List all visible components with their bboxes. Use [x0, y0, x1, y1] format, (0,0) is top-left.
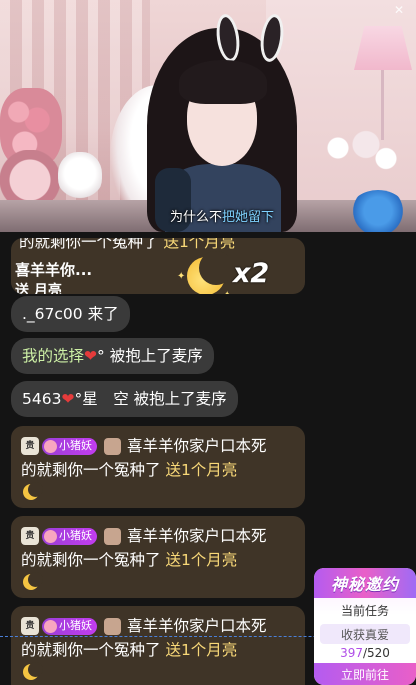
plush-toy	[58, 152, 102, 200]
fan-badge[interactable]: 小猪妖	[42, 527, 97, 545]
level-badge: 贵	[21, 617, 39, 635]
chat-message: ._67c00 来了	[11, 296, 130, 332]
moon-gift-icon	[21, 662, 43, 682]
go-now-button[interactable]: 立即前往	[314, 663, 416, 685]
pig-icon	[44, 619, 57, 633]
chat-message: 5463❤°星 空 被抱上了麦序	[11, 381, 238, 417]
pig-icon	[44, 439, 57, 453]
level-badge: 贵	[21, 527, 39, 545]
plush-shelf	[318, 120, 398, 190]
task-progress: 397/520	[340, 646, 390, 660]
heart-icon: ❤	[84, 347, 98, 365]
live-video[interactable]: 为什么不把她留下 ✕	[0, 0, 416, 232]
blue-plush	[350, 190, 406, 232]
moon-gift-icon	[183, 251, 233, 294]
task-name: 收获真爱	[320, 624, 410, 644]
task-label: 当前任务	[340, 604, 389, 618]
close-icon[interactable]: ✕	[394, 3, 404, 17]
user-avatar[interactable]	[104, 527, 121, 545]
user-avatar[interactable]	[104, 617, 121, 635]
chat-message: 我的选择❤° 被抱上了麦序	[11, 338, 214, 374]
gift-message: 贵 小猪妖 喜羊羊你家户口本死 的就剩你一个冤种了 送1个月亮	[11, 606, 305, 685]
gift-message: 贵 小猪妖 喜羊羊你家户口本死 的就剩你一个冤种了 送1个月亮	[11, 516, 305, 598]
bunny-ear-right	[257, 12, 287, 64]
gift-message: 贵 小猪妖 喜羊羊你家户口本死 的就剩你一个冤种了 送1个月亮	[11, 426, 305, 508]
user-avatar[interactable]	[104, 437, 121, 455]
fan-badge[interactable]: 小猪妖	[42, 617, 97, 635]
level-badge: 贵	[21, 437, 39, 455]
pig-icon	[44, 529, 57, 543]
gift-banner: 的就剩你一个冤种了 送1个月亮 喜羊羊你... 送 月亮 ✦ ✦ x2	[11, 238, 305, 294]
activity-title: 神秘邀约	[314, 568, 416, 598]
fan-badge[interactable]: 小猪妖	[42, 437, 97, 455]
gift-multiplier: x2	[233, 258, 270, 289]
gift-sender-name: 喜羊羊你...	[15, 261, 93, 279]
moon-gift-icon	[21, 572, 43, 592]
video-subtitle: 为什么不把她留下	[170, 210, 275, 225]
heart-icon: ❤	[61, 390, 75, 408]
moon-gift-icon	[21, 482, 43, 502]
gift-sent-text: 送 月亮	[15, 283, 62, 294]
activity-widget[interactable]: 神秘邀约 当前任务 收获真爱 397/520 立即前往	[314, 568, 416, 685]
